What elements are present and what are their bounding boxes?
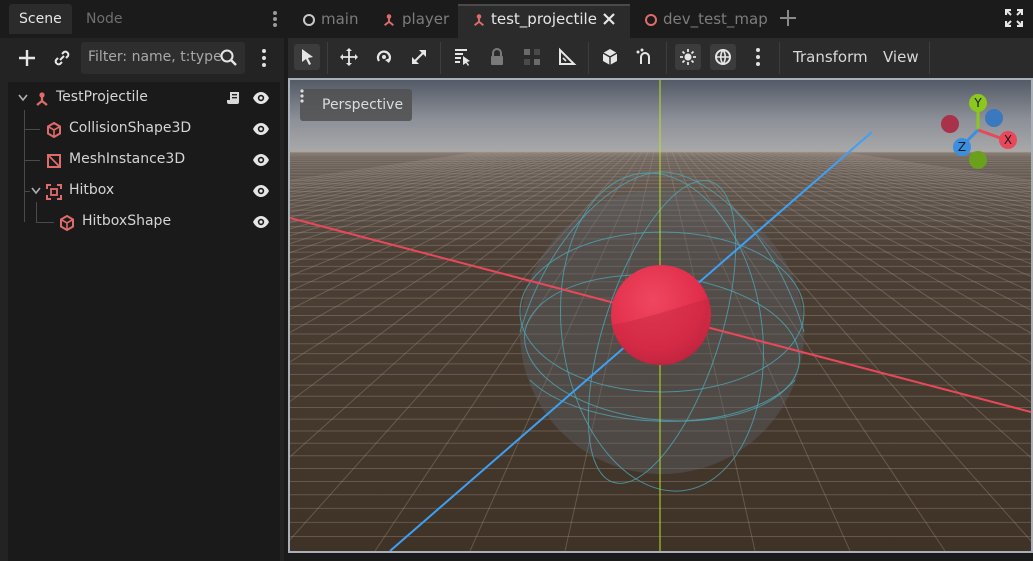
tree-item-label: Hitbox	[69, 182, 115, 198]
node-filter-input[interactable]: Filter: name, t:type	[81, 42, 245, 74]
cube-icon	[602, 49, 618, 65]
tree-item-label: MeshInstance3D	[69, 151, 186, 167]
lock-button[interactable]	[484, 44, 510, 70]
rotate-icon	[376, 50, 391, 63]
circle-node-icon	[645, 14, 657, 26]
node3d-root-icon	[36, 92, 48, 106]
scale-icon	[412, 50, 426, 64]
snap-button[interactable]	[632, 44, 658, 70]
visibility-eye-icon[interactable]	[252, 122, 270, 136]
ruler-button[interactable]	[554, 44, 580, 70]
tree-item-label: TestProjectile	[56, 89, 148, 105]
move-mode-button[interactable]	[336, 44, 362, 70]
bottom-panel-strip	[288, 553, 1033, 561]
scale-mode-button[interactable]	[406, 44, 432, 70]
gizmo-neg-y-icon	[969, 151, 987, 169]
3d-viewport[interactable]: Y X Z Perspective	[288, 78, 1033, 553]
list-select-icon	[455, 49, 470, 66]
chevron-down-icon[interactable]	[31, 187, 41, 195]
perspective-menu-button[interactable]: Perspective	[300, 89, 413, 121]
sun-icon	[680, 49, 696, 65]
svg-text:X: X	[1004, 133, 1012, 147]
add-node-icon[interactable]	[13, 44, 41, 72]
lock-icon	[491, 48, 503, 65]
tree-item-label: CollisionShape3D	[69, 120, 192, 136]
visibility-eye-icon[interactable]	[252, 91, 270, 105]
node3d-icon	[474, 14, 484, 27]
godot-editor: Scene Node Filter: name, t:type TestProj…	[0, 0, 1033, 561]
svg-text:Y: Y	[973, 96, 982, 110]
tree-item-hitbox[interactable]: Hitbox	[8, 176, 280, 206]
chevron-down-icon[interactable]	[18, 94, 28, 102]
svg-text:Z: Z	[958, 140, 966, 154]
tab-scene[interactable]: Scene	[9, 4, 72, 34]
add-tab-icon[interactable]	[779, 9, 797, 27]
preview-environment-button[interactable]	[710, 44, 736, 70]
view-menu[interactable]: View	[883, 48, 919, 66]
instance-scene-icon[interactable]	[48, 44, 76, 72]
menu-dots-icon	[300, 89, 304, 103]
search-icon	[220, 49, 237, 66]
cursor-icon	[302, 49, 313, 65]
move-icon	[340, 48, 358, 66]
dock-tab-bar: Scene Node	[0, 0, 284, 38]
viewport-toolbar: Transform View	[288, 38, 1033, 78]
rotate-mode-button[interactable]	[371, 44, 397, 70]
scene-tab-label: test_projectile	[491, 10, 597, 28]
visibility-eye-icon[interactable]	[252, 153, 270, 167]
tree-item-meshinstance3d[interactable]: MeshInstance3D	[8, 145, 280, 175]
script-icon[interactable]	[226, 90, 242, 106]
area3d-icon	[46, 184, 62, 200]
tree-item-label: HitboxShape	[82, 213, 172, 229]
snap-icon	[636, 48, 650, 64]
mesh-instance-icon	[47, 154, 61, 168]
filter-placeholder: Filter: name, t:type	[88, 49, 222, 65]
dock-menu-icon[interactable]	[268, 9, 282, 29]
close-icon[interactable]	[602, 12, 616, 26]
viewport-canvas[interactable]: Y X Z	[290, 80, 1031, 551]
visibility-eye-icon[interactable]	[252, 184, 270, 198]
globe-icon	[715, 49, 731, 65]
gizmo-neg-x-icon	[941, 115, 959, 133]
select-mode-button[interactable]	[294, 44, 320, 70]
ruler-icon	[559, 47, 577, 65]
tree-item-collisionshape3d[interactable]: CollisionShape3D	[8, 114, 280, 144]
scene-tree: TestProjectile CollisionShape3D MeshInst…	[8, 82, 280, 561]
tree-item-testprojectile[interactable]: TestProjectile	[8, 83, 280, 113]
tab-node[interactable]: Node	[76, 4, 133, 34]
environment-menu-icon[interactable]	[745, 44, 771, 70]
distraction-free-icon[interactable]	[1005, 9, 1023, 27]
local-space-button[interactable]	[597, 44, 623, 70]
circle-node-icon	[303, 14, 315, 26]
preview-sun-button[interactable]	[675, 44, 701, 70]
scene-tab-label: main	[321, 10, 359, 28]
gizmo-neg-z-icon	[985, 109, 1003, 127]
scene-tab-bar: main player test_projectile dev_test_map	[288, 0, 1033, 38]
collision-shape-icon	[60, 215, 74, 231]
transform-menu[interactable]: Transform	[793, 48, 868, 66]
list-select-button[interactable]	[449, 44, 475, 70]
group-button[interactable]	[519, 44, 545, 70]
scene-menu-icon[interactable]	[250, 44, 278, 72]
tree-item-hitboxshape[interactable]: HitboxShape	[8, 207, 280, 237]
visibility-eye-icon[interactable]	[252, 215, 270, 229]
scene-tab-test-projectile[interactable]: test_projectile	[458, 4, 630, 38]
scene-tab-player[interactable]: player	[370, 4, 458, 38]
scene-tab-main[interactable]: main	[288, 4, 370, 38]
scene-dock: Scene Node Filter: name, t:type TestProj…	[0, 0, 284, 561]
scene-tab-label: dev_test_map	[663, 10, 768, 28]
perspective-label: Perspective	[322, 97, 404, 113]
scene-tab-dev-test-map[interactable]: dev_test_map	[630, 4, 770, 38]
collision-shape-icon	[47, 122, 61, 138]
scene-tab-label: player	[402, 10, 450, 28]
node3d-icon	[384, 14, 394, 27]
group-icon	[524, 49, 540, 65]
